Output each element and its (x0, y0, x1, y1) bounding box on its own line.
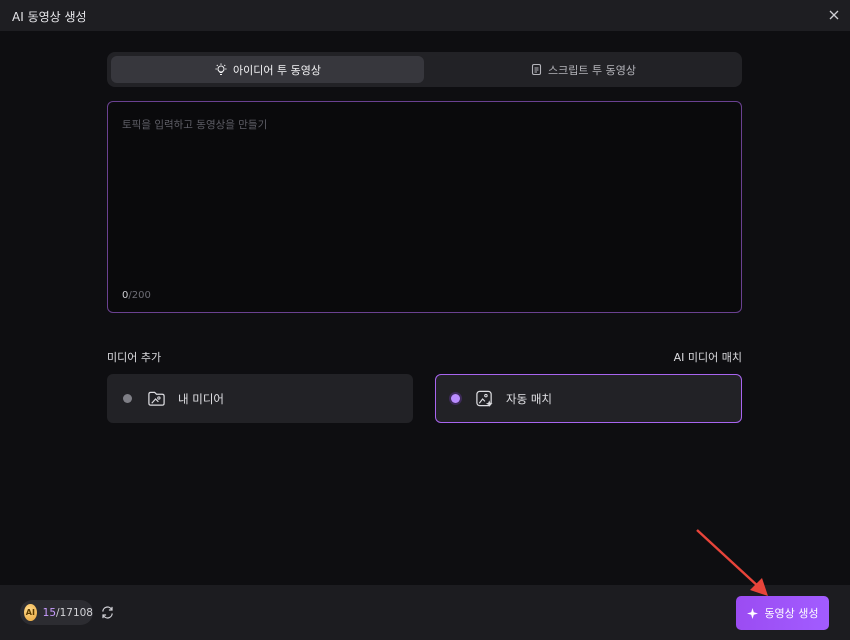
mode-tabs: 아이디어 투 동영상 스크립트 투 동영상 (107, 52, 742, 87)
ai-media-match-label: AI 미디어 매치 (673, 351, 742, 364)
credits-used: 15 (42, 606, 57, 619)
char-max: /200 (128, 290, 151, 301)
close-icon[interactable] (826, 7, 842, 23)
folder-image-icon (148, 391, 165, 406)
char-counter: 0/200 (122, 290, 151, 301)
script-document-icon (531, 63, 542, 76)
my-media-label: 내 미디어 (178, 392, 224, 406)
tab-idea-label: 아이디어 투 동영상 (233, 63, 321, 77)
sparkle-icon (747, 607, 759, 619)
credits-total: /17108 (56, 606, 93, 619)
tab-idea-to-video[interactable]: 아이디어 투 동영상 (111, 56, 424, 83)
annotation-arrow-icon (696, 529, 768, 596)
tab-script-label: 스크립트 투 동영상 (548, 63, 636, 77)
auto-match-label: 자동 매치 (506, 392, 552, 406)
ai-credit-badge-icon: AI (24, 604, 37, 621)
image-sparkle-icon (476, 390, 493, 408)
refresh-icon[interactable] (100, 605, 115, 620)
topic-placeholder: 토픽을 입력하고 동영상을 만들기 (122, 119, 268, 131)
lightbulb-icon (215, 63, 227, 75)
add-media-label: 미디어 추가 (107, 351, 162, 364)
generate-video-button[interactable]: 동영상 생성 (736, 596, 829, 630)
generate-label: 동영상 생성 (764, 607, 819, 620)
option-my-media[interactable]: 내 미디어 (107, 374, 413, 423)
title-bar: AI 동영상 생성 (0, 0, 850, 31)
window-title: AI 동영상 생성 (12, 10, 87, 24)
credit-counter: AI 15/17108 (20, 600, 93, 625)
topic-input[interactable]: 토픽을 입력하고 동영상을 만들기 0/200 (107, 101, 742, 313)
option-auto-match[interactable]: 자동 매치 (435, 374, 742, 423)
tab-script-to-video[interactable]: 스크립트 투 동영상 (428, 56, 738, 83)
radio-selected[interactable] (451, 394, 460, 403)
radio-unselected[interactable] (123, 394, 132, 403)
